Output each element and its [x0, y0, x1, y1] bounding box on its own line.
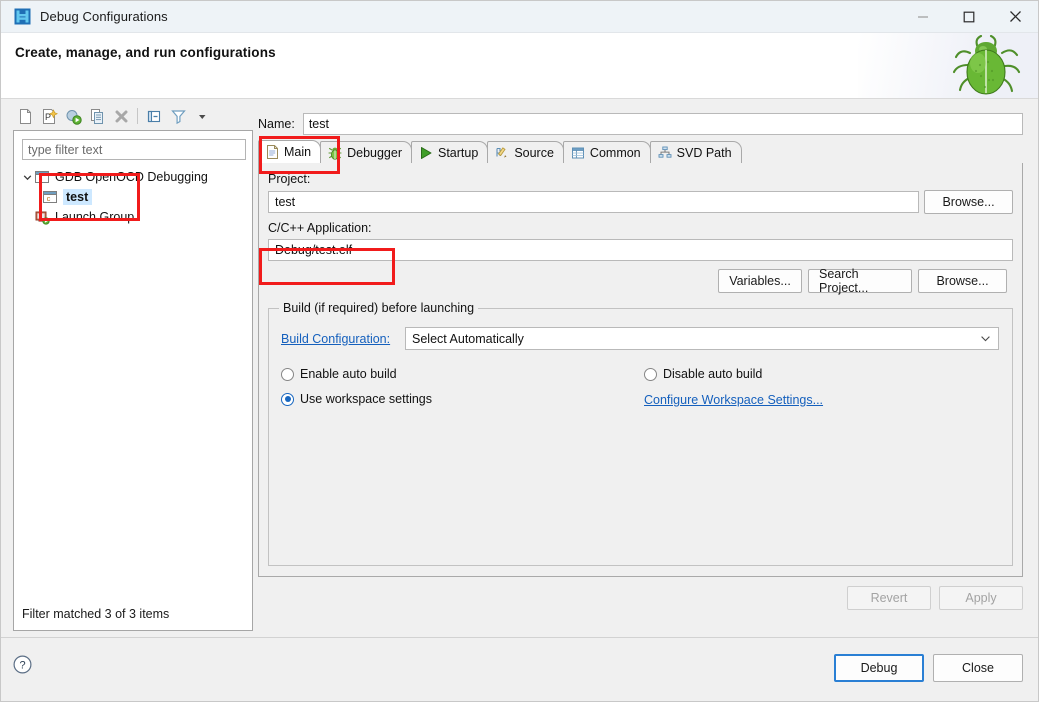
tab-startup[interactable]: Startup [411, 141, 489, 163]
chevron-down-icon [980, 328, 991, 349]
table-icon [571, 146, 585, 160]
footer-actions: Debug Close [825, 654, 1023, 682]
banner: Create, manage, and run configurations [1, 33, 1038, 99]
build-configuration-link[interactable]: Build Configuration: [281, 332, 390, 346]
page-title: Create, manage, and run configurations [15, 45, 276, 60]
tab-label: Debugger [347, 145, 402, 160]
radio-enable-auto-build[interactable]: Enable auto build [281, 367, 397, 381]
svg-text:?: ? [19, 660, 25, 672]
svg-text:c: c [39, 174, 43, 183]
hierarchy-icon [658, 146, 672, 160]
variables-button[interactable]: Variables... [718, 269, 802, 293]
build-group: Build (if required) before launching Bui… [268, 301, 1013, 566]
application-label: C/C++ Application: [268, 221, 372, 235]
radio-use-workspace-settings[interactable]: Use workspace settings [281, 392, 432, 406]
tab-label: Common [589, 145, 641, 160]
collapse-all-icon[interactable] [142, 104, 166, 128]
configurations-panel: P type filter text c GDB OpenOCD Debuggi… [13, 103, 253, 631]
tab-label: Source [514, 145, 554, 160]
tab-source[interactable]: Source [487, 141, 564, 163]
dialog-footer: ? Debug Close [1, 637, 1038, 701]
document-icon [266, 145, 279, 159]
help-icon[interactable]: ? [13, 655, 32, 677]
duplicate-icon[interactable] [85, 104, 109, 128]
tab-strip: Main Debugger Startup Source Common SVD … [258, 140, 1023, 164]
tab-main[interactable]: Main [258, 140, 322, 163]
radio-indicator [281, 367, 294, 381]
filter-status-text: Filter matched 3 of 3 items [22, 607, 170, 621]
name-label: Name: [258, 117, 295, 131]
search-project-button[interactable]: Search Project... [808, 267, 912, 295]
source-edit-icon [495, 146, 509, 160]
radio-indicator [281, 392, 294, 406]
project-browse-button[interactable]: Browse... [924, 190, 1013, 214]
minimize-icon[interactable] [900, 1, 946, 33]
tree-item-launch-group[interactable]: Launch Group [14, 207, 252, 227]
tree-item-label: test [63, 189, 93, 205]
revert-button[interactable]: Revert [847, 586, 931, 610]
debug-configurations-dialog: Debug Configurations Create, manage, and… [0, 0, 1039, 702]
tree-item-label: Launch Group [55, 210, 135, 224]
application-browse-button[interactable]: Browse... [918, 269, 1007, 293]
eclipse-debug-icon [14, 8, 31, 25]
tab-svd-path[interactable]: SVD Path [649, 141, 742, 163]
tree-item-test[interactable]: c test [14, 187, 252, 207]
configure-workspace-settings-link[interactable]: Configure Workspace Settings... [644, 393, 823, 407]
close-icon[interactable] [992, 1, 1038, 33]
tab-label: Main [284, 145, 312, 159]
tab-label: Startup [438, 145, 479, 160]
export-icon[interactable] [61, 104, 85, 128]
tree-item-label: GDB OpenOCD Debugging [55, 170, 208, 184]
title-bar: Debug Configurations [1, 1, 1038, 33]
build-configuration-select[interactable]: Select Automatically [405, 327, 999, 350]
configuration-editor: Name: test Main Debugger Startup Source … [258, 103, 1026, 631]
radio-label: Use workspace settings [300, 392, 433, 406]
main-tab-panel: Project: test Browse... C/C++ Applicatio… [258, 163, 1023, 577]
view-menu-icon[interactable] [190, 104, 214, 128]
configurations-tree-box: type filter text c GDB OpenOCD Debugging [13, 130, 253, 631]
bug-icon [328, 146, 342, 160]
c-launch-icon: c [34, 170, 51, 185]
new-prototype-icon[interactable]: P [37, 104, 61, 128]
new-launch-configuration-icon[interactable] [13, 104, 37, 128]
play-icon [419, 146, 433, 160]
tab-debugger[interactable]: Debugger [320, 141, 412, 163]
filter-icon[interactable] [166, 104, 190, 128]
apply-button[interactable]: Apply [939, 586, 1023, 610]
launch-group-icon [34, 210, 51, 225]
tab-common[interactable]: Common [562, 141, 651, 163]
window-title: Debug Configurations [40, 9, 168, 24]
filter-input[interactable]: type filter text [22, 139, 246, 160]
tree-item-gdb-openocd-debugging[interactable]: c GDB OpenOCD Debugging [14, 167, 252, 187]
name-row: Name: test [258, 113, 1023, 135]
svg-text:c: c [47, 194, 51, 203]
build-configuration-value: Select Automatically [412, 331, 524, 346]
configurations-tree: c GDB OpenOCD Debugging c test Launch Gr… [14, 167, 252, 227]
toolbar-separator [137, 108, 138, 124]
radio-indicator [644, 367, 657, 381]
tab-label: SVD Path [676, 145, 732, 160]
configurations-toolbar: P [13, 103, 253, 129]
application-input[interactable]: Debug/test.elf [268, 239, 1013, 261]
green-bug-icon [950, 34, 1022, 98]
chevron-down-icon[interactable] [20, 173, 34, 182]
revert-apply-row: Revert Apply [258, 585, 1023, 611]
build-group-legend: Build (if required) before launching [279, 301, 479, 315]
delete-icon[interactable] [109, 104, 133, 128]
debug-button[interactable]: Debug [834, 654, 924, 682]
maximize-icon[interactable] [946, 1, 992, 33]
c-launch-icon: c [42, 190, 59, 205]
project-label: Project: [268, 172, 311, 186]
radio-label: Enable auto build [300, 367, 397, 381]
radio-label: Disable auto build [663, 367, 763, 381]
project-input[interactable]: test [268, 191, 919, 213]
close-button[interactable]: Close [933, 654, 1023, 682]
radio-disable-auto-build[interactable]: Disable auto build [644, 367, 762, 381]
name-input[interactable]: test [302, 113, 1023, 135]
